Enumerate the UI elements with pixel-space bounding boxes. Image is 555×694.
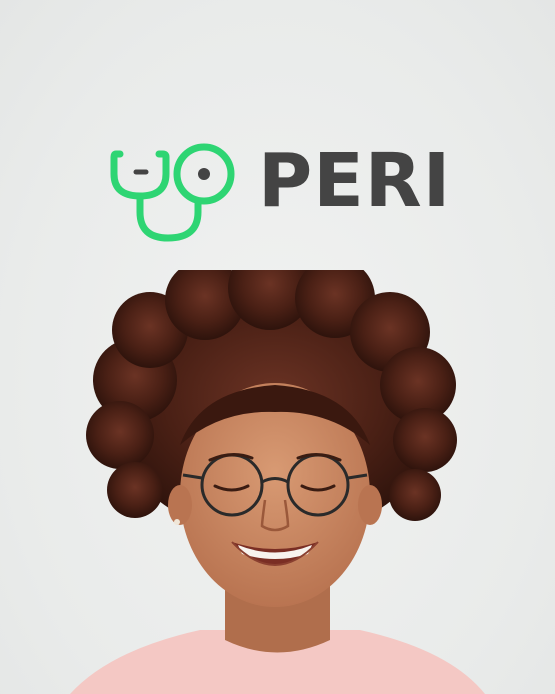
brand-name: PERI <box>258 138 452 224</box>
smiling-woman-glasses-photo <box>70 270 485 694</box>
splash-screen: PERI <box>0 0 555 694</box>
stethoscope-icon <box>110 143 235 242</box>
brand-logo: PERI <box>108 140 450 250</box>
